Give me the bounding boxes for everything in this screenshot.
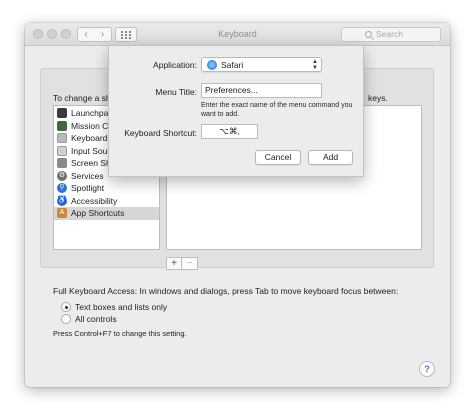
menu-title-field[interactable]: Preferences... (201, 83, 322, 98)
add-remove-control: + − (166, 257, 198, 270)
remove-shortcut-button[interactable]: − (182, 257, 198, 270)
popup-arrows-icon: ▲ ▼ (312, 59, 318, 71)
keyboard-preferences-window: ‹ › Keyboard Search To change a sh keys.… (25, 23, 450, 387)
search-field[interactable]: Search (341, 27, 441, 42)
category-label: Accessibility (71, 195, 118, 206)
category-label: Services (71, 170, 104, 181)
title-bar: ‹ › Keyboard Search (25, 23, 450, 46)
radio-selected-icon (61, 302, 71, 312)
screenshot-icon (57, 158, 67, 168)
category-label: Mission C (71, 120, 109, 131)
add-button[interactable]: Add (308, 150, 353, 165)
category-item-app-shortcuts[interactable]: A App Shortcuts (54, 207, 159, 220)
services-gear-icon: ⚙ (57, 170, 67, 181)
keyboard-shortcut-label: Keyboard Shortcut: (124, 128, 197, 138)
instruction-text-suffix: keys. (368, 93, 388, 103)
category-label: Keyboard (71, 133, 108, 143)
category-label: Launchpa (71, 108, 109, 118)
input-sources-icon (57, 145, 67, 156)
mission-control-icon (57, 120, 67, 131)
application-value: Safari (221, 60, 244, 70)
add-shortcut-button[interactable]: + (166, 257, 182, 270)
radio-label: All controls (75, 314, 117, 324)
search-icon (365, 31, 372, 38)
app-shortcuts-icon: A (57, 208, 67, 218)
safari-icon (207, 60, 217, 70)
cancel-button[interactable]: Cancel (255, 150, 301, 165)
menu-title-label: Menu Title: (155, 87, 197, 97)
launchpad-icon (57, 108, 67, 118)
add-shortcut-sheet: Application: Safari ▲ ▼ Menu Title: Prefe… (108, 45, 364, 177)
category-label: Input Sour (71, 145, 111, 156)
radio-text-boxes-and-lists[interactable]: Text boxes and lists only (61, 301, 261, 313)
help-button[interactable]: ? (419, 361, 435, 377)
keyboard-icon (57, 133, 67, 143)
radio-all-controls[interactable]: All controls (61, 313, 261, 325)
full-keyboard-access-label: Full Keyboard Access: In windows and dia… (53, 286, 399, 296)
category-label: Screen Sh (71, 158, 111, 168)
radio-unselected-icon (61, 314, 71, 324)
application-label: Application: (153, 60, 197, 70)
accessibility-icon: ♿ (57, 195, 67, 206)
radio-label: Text boxes and lists only (75, 302, 168, 312)
menu-title-hint: Enter the exact name of the menu command… (201, 102, 353, 118)
control-f7-note: Press Control+F7 to change this setting. (53, 329, 187, 338)
application-popup[interactable]: Safari ▲ ▼ (201, 57, 322, 72)
category-item-spotlight[interactable]: ⚲ Spotlight (54, 182, 159, 195)
category-item-accessibility[interactable]: ♿ Accessibility (54, 195, 159, 208)
spotlight-icon: ⚲ (57, 183, 67, 193)
category-label: App Shortcuts (71, 208, 125, 218)
instruction-text: To change a sh (53, 93, 111, 103)
search-placeholder: Search (376, 29, 403, 39)
keyboard-shortcut-field[interactable]: ⌥⌘, (201, 124, 258, 139)
category-label: Spotlight (71, 183, 105, 193)
